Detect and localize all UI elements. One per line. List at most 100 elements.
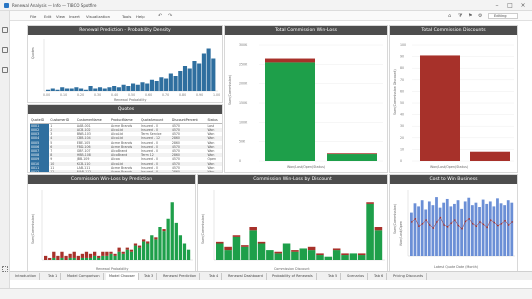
trend-point[interactable] [414,218,417,220]
loss-bar[interactable] [162,229,166,232]
density-bar[interactable] [206,48,211,92]
loss-bar[interactable] [76,255,80,260]
trend-point[interactable] [443,224,445,226]
loss-bar[interactable] [44,255,48,260]
loss-bar[interactable] [68,253,72,258]
loss-bar[interactable] [154,237,158,240]
density-bar[interactable] [173,76,178,91]
pages-icon[interactable] [2,47,8,53]
win-bar[interactable] [84,257,89,260]
tab-tab-1[interactable]: Tab 1 [45,273,62,280]
renewal-density-panel[interactable]: Renewal Prediction - Probability Density… [27,25,223,103]
close-icon[interactable]: × [516,1,530,10]
density-bar[interactable] [168,73,173,92]
density-bar[interactable] [107,87,112,91]
commission-bar[interactable] [488,201,492,256]
commission-bar[interactable] [438,207,442,256]
win-bar[interactable] [52,257,56,260]
density-bar[interactable] [74,87,79,91]
density-bar[interactable] [182,66,188,91]
menu-help[interactable]: Help [136,14,145,19]
win-bar[interactable] [274,253,282,260]
win-bar[interactable] [266,250,274,260]
win-bar[interactable] [224,250,232,260]
win-bar[interactable] [68,257,72,260]
trend-point[interactable] [500,222,503,225]
quotes-table-panel[interactable]: Quotes QuoteID CustomerID CustomerName P… [27,104,223,173]
menu-tools[interactable]: Tools [122,14,131,19]
loss-bar[interactable] [113,253,117,256]
density-bar[interactable] [50,88,55,92]
win-bar[interactable] [142,241,146,260]
win-bar[interactable] [88,257,93,260]
menu-view[interactable]: View [56,14,65,19]
loss-bar[interactable] [80,253,85,258]
loss-bar[interactable] [232,235,241,237]
trend-point[interactable] [439,216,442,219]
tab-pricing-discounts[interactable]: Pricing Discounts [390,273,428,280]
win-bar[interactable] [178,235,183,260]
win-bar[interactable] [341,255,349,260]
density-bar[interactable] [159,77,164,91]
commission-bar[interactable] [506,200,510,256]
win-bar[interactable] [150,235,154,260]
loss-bar[interactable] [64,255,68,260]
density-bar[interactable] [97,87,103,91]
win-bar[interactable] [241,246,249,260]
discount-bar[interactable] [420,55,460,161]
win-bar[interactable] [121,253,125,260]
analytics-icon[interactable] [2,67,8,73]
win-bar[interactable] [93,255,97,260]
win-bar[interactable] [265,62,315,161]
loss-bar[interactable] [216,241,224,244]
win-bar[interactable] [137,247,142,260]
density-bar[interactable] [154,81,159,91]
win-bar[interactable] [366,203,374,260]
win-bar[interactable] [170,202,174,260]
bookmark-icon[interactable]: ⚑ [468,13,472,19]
commission-bar[interactable] [503,205,507,256]
commission-bar[interactable] [499,203,503,256]
density-bar[interactable] [135,84,140,91]
win-loss-by-prediction-panel[interactable]: Commission Win-Loss by Prediction Sum(Co… [27,174,196,272]
loss-bar[interactable] [60,251,64,258]
trend-point[interactable] [432,227,435,229]
quotes-table[interactable]: QuoteID CustomerID CustomerName ProductN… [30,117,222,172]
density-bar[interactable] [121,84,126,91]
win-bar[interactable] [129,251,134,260]
loss-bar[interactable] [93,251,97,256]
density-bar[interactable] [126,86,131,91]
win-bar[interactable] [232,236,241,260]
density-bar[interactable] [93,88,98,92]
win-bar[interactable] [105,255,109,260]
density-bar[interactable] [116,87,121,91]
commission-bar[interactable] [474,202,478,256]
trend-point[interactable] [418,225,420,228]
win-bar[interactable] [97,257,101,260]
win-bar[interactable] [332,250,341,260]
menu-insert[interactable]: Insert [69,14,80,19]
trend-point[interactable] [428,224,431,226]
menu-edit[interactable]: Edit [44,14,51,19]
commission-bar[interactable] [449,206,453,256]
loss-bar[interactable] [327,153,377,155]
data-panel-icon[interactable] [2,27,8,33]
win-bar[interactable] [299,248,308,260]
loss-bar[interactable] [117,247,121,252]
loss-bar[interactable] [274,251,282,254]
tab-model-comparison[interactable]: Model Comparison [64,273,104,280]
trend-point[interactable] [461,227,463,230]
home-icon[interactable]: ⌂ [448,13,451,19]
tab-introduction[interactable]: Introduction [12,273,41,280]
commission-bar[interactable] [413,203,417,256]
win-bar[interactable] [186,249,191,260]
density-bar[interactable] [64,88,70,92]
loss-bar[interactable] [56,255,60,260]
loss-bar[interactable] [224,246,232,251]
menu-file[interactable]: File [30,14,36,19]
commission-bar[interactable] [417,206,420,256]
loss-bar[interactable] [332,248,341,251]
commission-bar[interactable] [467,197,471,256]
editing-mode-dropdown[interactable]: Editing [488,13,518,19]
win-bar[interactable] [133,245,138,260]
